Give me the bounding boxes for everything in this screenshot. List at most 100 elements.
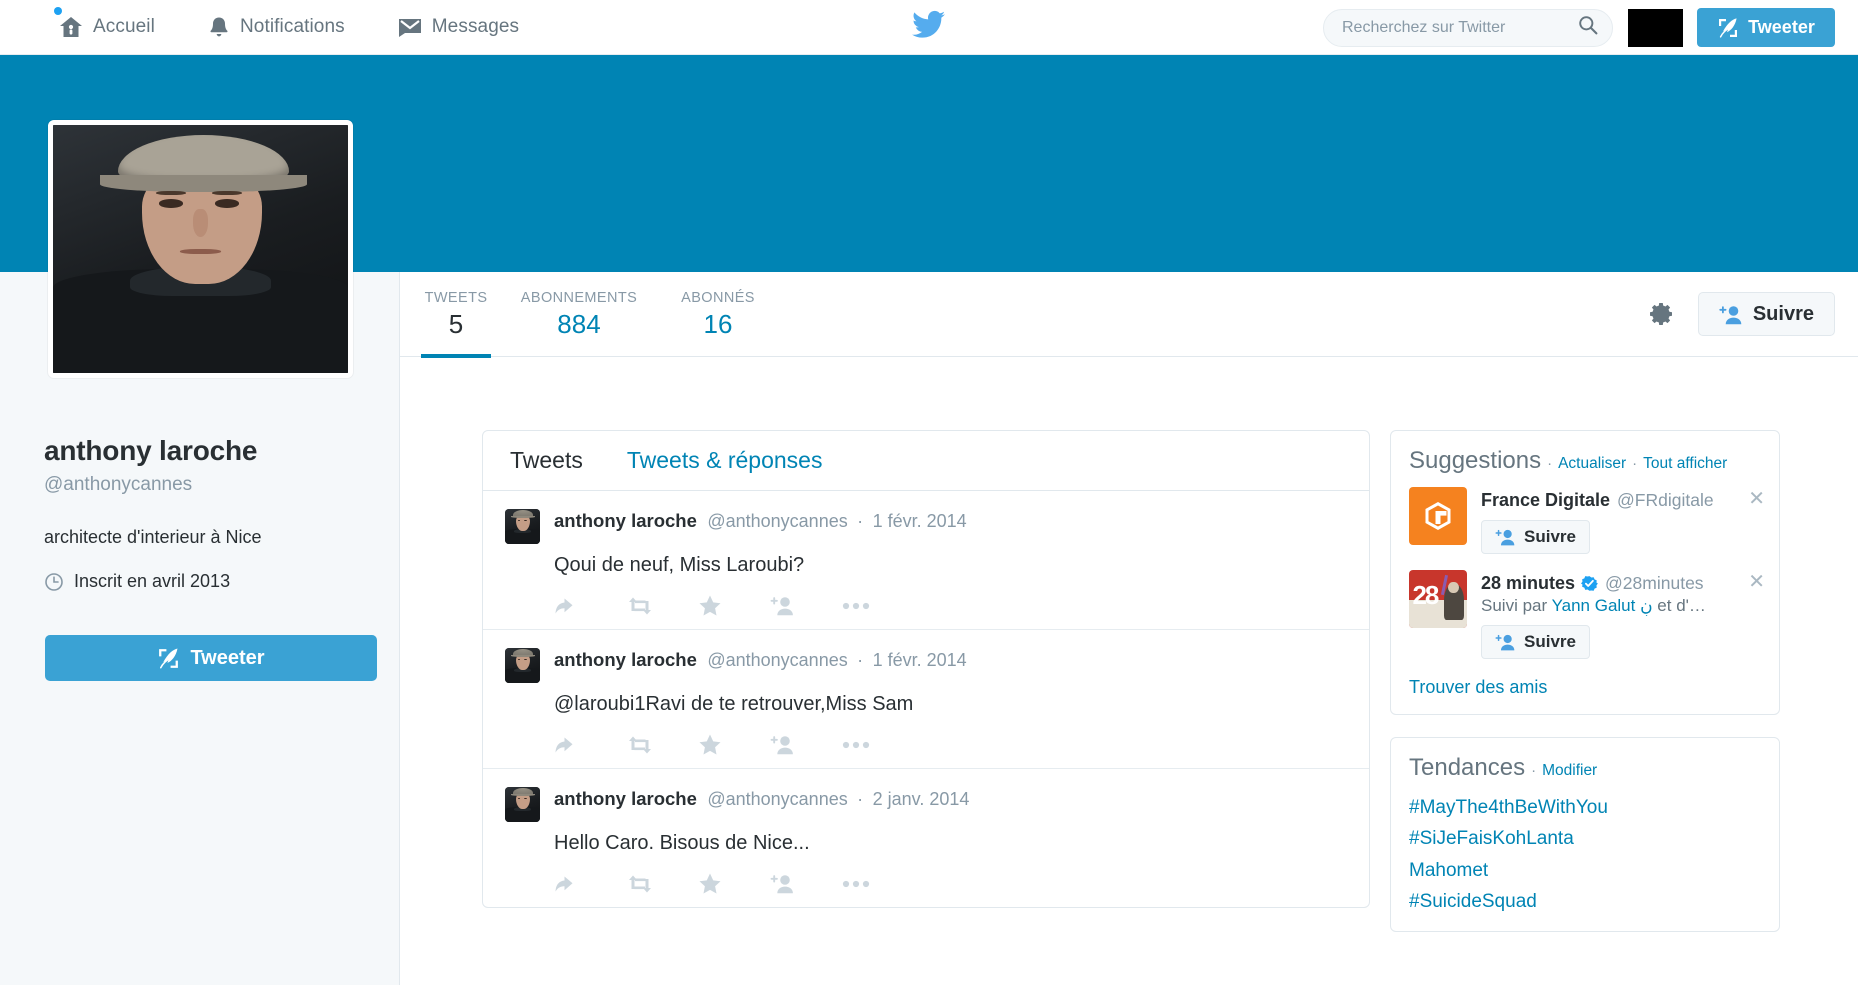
search-box[interactable] [1323, 8, 1613, 47]
28-minutes-logo[interactable]: 28 [1409, 570, 1467, 628]
more-icon[interactable] [842, 879, 870, 889]
trend-item[interactable]: #SiJeFaisKohLanta [1409, 823, 1761, 854]
reply-icon[interactable] [554, 595, 626, 617]
add-user-icon[interactable] [770, 734, 842, 756]
search-icon[interactable] [1578, 15, 1598, 40]
reply-icon[interactable] [554, 873, 626, 895]
stat-tweets[interactable]: TWEETS 5 [407, 272, 505, 358]
tweet-author-avatar[interactable] [505, 648, 540, 683]
more-icon[interactable] [842, 740, 870, 750]
trends-list: #MayThe4thBeWithYou #SiJeFaisKohLanta Ma… [1391, 792, 1779, 931]
tweet-author-handle[interactable]: @anthonycannes [707, 789, 847, 809]
tweet-item[interactable]: anthony laroche @anthonycannes · 2 janv.… [483, 769, 1369, 907]
reply-icon[interactable] [554, 734, 626, 756]
more-icon[interactable] [842, 601, 870, 611]
stat-abonnements-value: 884 [557, 309, 601, 339]
tweet-actions [554, 733, 1369, 756]
tweet-meta: anthony laroche @anthonycannes · 1 févr.… [554, 509, 967, 532]
add-user-icon[interactable] [770, 873, 842, 895]
tab-tweets[interactable]: Tweets [510, 447, 583, 474]
favorite-icon[interactable] [698, 733, 770, 756]
trend-item[interactable]: #MayThe4thBeWithYou [1409, 792, 1761, 823]
retweet-icon[interactable] [626, 873, 698, 895]
add-user-icon[interactable] [770, 595, 842, 617]
retweet-icon[interactable] [626, 595, 698, 617]
stat-abonnements-label: ABONNEMENTS [520, 290, 638, 306]
tweet-header: anthony laroche @anthonycannes · 2 janv.… [505, 787, 1369, 822]
timeline-column: Tweets Tweets & réponses anthony laroche… [482, 430, 1370, 908]
suggestions-viewall-link[interactable]: Tout afficher [1643, 455, 1727, 473]
trends-edit-link[interactable]: Modifier [1542, 762, 1597, 780]
nav-item-accueil[interactable]: Accueil [54, 7, 155, 39]
separator-dot: · [1632, 455, 1638, 472]
favorite-icon[interactable] [698, 594, 770, 617]
search-input[interactable] [1342, 18, 1578, 37]
tweet-meta: anthony laroche @anthonycannes · 1 févr.… [554, 648, 967, 671]
tweet-meta: anthony laroche @anthonycannes · 2 janv.… [554, 787, 969, 810]
suggestion-identity: France Digitale @FRdigitale [1481, 490, 1761, 511]
suggestion-follow-button[interactable]: Suivre [1481, 520, 1590, 554]
suggestion-name[interactable]: France Digitale [1481, 490, 1610, 511]
nav-label-accueil: Accueil [93, 16, 155, 37]
user-avatar-thumbnail[interactable] [1628, 8, 1683, 47]
trends-title: Tendances [1409, 754, 1526, 781]
tweet-date[interactable]: 1 févr. 2014 [873, 650, 967, 670]
nav-label-messages: Messages [431, 16, 520, 37]
gear-icon[interactable] [1646, 299, 1676, 329]
suggestion-follow-label: Suivre [1524, 632, 1576, 651]
tweet-date[interactable]: 2 janv. 2014 [873, 789, 970, 809]
suggestion-name[interactable]: 28 minutes [1481, 573, 1575, 594]
nav-item-notifications[interactable]: Notifications [207, 15, 345, 39]
nav-item-messages[interactable]: Messages [397, 16, 519, 38]
tweet-author-avatar[interactable] [505, 787, 540, 822]
tweet-header: anthony laroche @anthonycannes · 1 févr.… [505, 509, 1369, 544]
compose-tweet-button[interactable]: Tweeter [1697, 8, 1835, 47]
top-navigation-bar: Accueil Notifications Messages Recherche… [0, 0, 1858, 55]
tweet-item[interactable]: anthony laroche @anthonycannes · 1 févr.… [483, 491, 1369, 630]
trend-item[interactable]: Mahomet [1409, 855, 1761, 886]
avatar-image [53, 125, 348, 373]
tweet-author-handle[interactable]: @anthonycannes [707, 650, 847, 670]
trend-item[interactable]: #SuicideSquad [1409, 886, 1761, 917]
tweet-actions [554, 872, 1369, 895]
close-icon[interactable]: ✕ [1748, 572, 1765, 592]
profile-handle: @anthonycannes [44, 474, 193, 495]
tweet-author-name[interactable]: anthony laroche [554, 649, 697, 670]
profile-joined-label: Inscrit en avril 2013 [74, 571, 231, 591]
follow-button[interactable]: Suivre [1697, 292, 1835, 336]
profile-avatar[interactable] [48, 120, 353, 378]
tweet-author-avatar[interactable] [505, 509, 540, 544]
tweet-text: @laroubi1Ravi de te retrouver,Miss Sam [554, 693, 914, 715]
tweet-author-name[interactable]: anthony laroche [554, 510, 697, 531]
france-digitale-logo[interactable] [1409, 487, 1467, 545]
tweet-author-name[interactable]: anthony laroche [554, 788, 697, 809]
retweet-icon[interactable] [626, 734, 698, 756]
suggestion-follow-button[interactable]: Suivre [1481, 625, 1590, 659]
tab-tweets-and-replies[interactable]: Tweets & réponses [627, 447, 823, 474]
followed-by-name[interactable]: Yann Galut ڹ [1552, 596, 1653, 615]
tweet-text: Hello Caro. Bisous de Nice... [554, 832, 810, 854]
suggestions-footer: Trouver des amis [1391, 673, 1779, 714]
add-user-icon [1719, 304, 1743, 325]
quill-compose-icon [157, 647, 180, 670]
sidebar-compose-tweet-button[interactable]: Tweeter [45, 635, 377, 681]
stat-abonnements[interactable]: ABONNEMENTS 884 [505, 272, 653, 340]
verified-badge-icon [1581, 575, 1598, 592]
tweet-item[interactable]: anthony laroche @anthonycannes · 1 févr.… [483, 630, 1369, 769]
suggestions-refresh-link[interactable]: Actualiser [1558, 455, 1626, 473]
tweet-author-handle[interactable]: @anthonycannes [707, 511, 847, 531]
stat-abonnes-value: 16 [703, 309, 733, 339]
favorite-icon[interactable] [698, 872, 770, 895]
close-icon[interactable]: ✕ [1748, 489, 1765, 509]
suggestion-handle[interactable]: @28minutes [1605, 573, 1704, 594]
followed-by-suffix: et d'… [1652, 596, 1706, 615]
twitter-bird-logo[interactable] [912, 10, 946, 45]
tweet-date[interactable]: 1 févr. 2014 [873, 511, 967, 531]
find-friends-link[interactable]: Trouver des amis [1409, 677, 1547, 697]
quill-compose-icon [1717, 17, 1739, 39]
profile-bio: architecte d'interieur à Nice [44, 527, 262, 547]
stat-abonnes[interactable]: ABONNÉS 16 [653, 272, 783, 340]
sidebar-compose-label: Tweeter [190, 646, 265, 669]
stat-abonnes-label: ABONNÉS [681, 290, 755, 306]
suggestion-handle[interactable]: @FRdigitale [1617, 490, 1714, 511]
